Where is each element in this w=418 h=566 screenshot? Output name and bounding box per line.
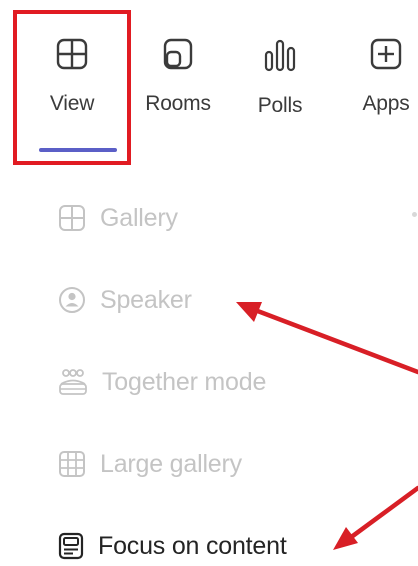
focus-on-content-icon [58,532,84,560]
menu-item-together-mode[interactable]: Together mode [58,362,266,402]
menu-item-label: Focus on content [98,531,287,560]
menu-item-large-gallery[interactable]: Large gallery [58,444,242,484]
apps-button[interactable]: Apps [346,38,418,116]
apps-add-icon [370,38,402,70]
menu-item-label: Large gallery [100,449,242,478]
together-mode-icon [59,369,87,395]
rooms-icon [163,38,193,70]
menu-item-label: Speaker [100,285,192,314]
menu-item-label: Gallery [100,203,178,232]
menu-item-focus-on-content[interactable]: Focus on content [58,526,287,566]
rooms-button[interactable]: Rooms [138,38,218,116]
menu-item-gallery[interactable]: Gallery [58,198,178,238]
polls-label: Polls [257,94,303,117]
menu-item-speaker[interactable]: Speaker [58,280,192,320]
large-gallery-icon [59,451,85,477]
rooms-label: Rooms [145,92,211,115]
speaker-icon [59,287,85,313]
polls-icon [264,39,296,72]
gallery-icon [59,205,85,231]
meeting-toolbar: View Rooms Polls Apps [0,0,418,170]
view-highlight-box [13,10,131,165]
polls-button[interactable]: Polls [240,38,320,118]
arrow-to-focus-on-content [333,485,418,550]
apps-label: Apps [362,92,410,115]
scroll-indicator [412,212,417,217]
menu-item-label: Together mode [102,367,267,396]
